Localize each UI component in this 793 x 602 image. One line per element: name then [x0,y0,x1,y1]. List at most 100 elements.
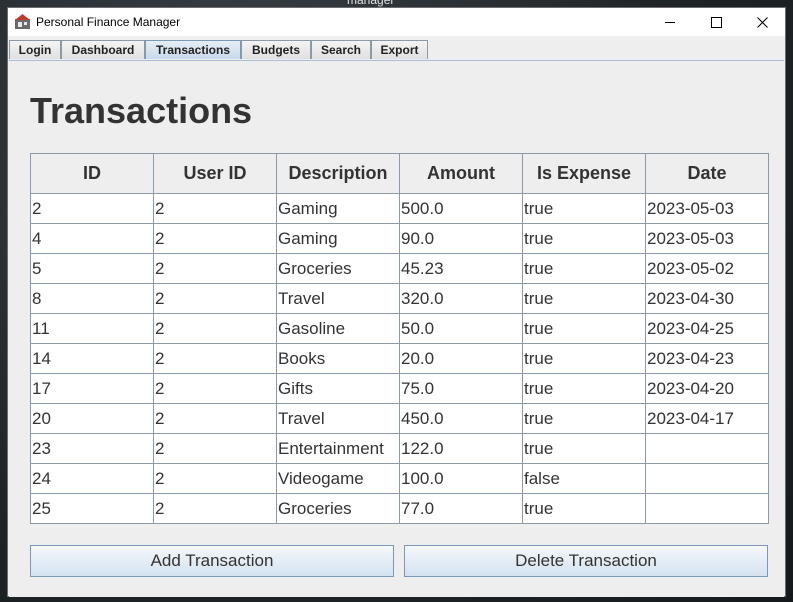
cell-amount[interactable]: 50.0 [399,313,523,344]
cell-date[interactable]: 2023-04-23 [645,343,769,374]
cell-is-expense[interactable]: true [522,283,646,314]
window-title: Personal Finance Manager [36,15,181,29]
cell-user-id[interactable]: 2 [153,313,277,344]
cell-date[interactable]: 2023-04-25 [645,313,769,344]
table-row[interactable]: 20 2 Travel 450.0 true 2023-04-17 [30,403,769,434]
tab-transactions[interactable]: Transactions [145,40,241,59]
table-row[interactable]: 14 2 Books 20.0 true 2023-04-23 [30,343,769,374]
tab-export[interactable]: Export [371,40,428,59]
maximize-button[interactable] [693,8,739,36]
cell-is-expense[interactable]: true [522,493,646,524]
minimize-button[interactable] [647,8,693,36]
cell-user-id[interactable]: 2 [153,373,277,404]
cell-amount[interactable]: 500.0 [399,193,523,224]
cell-description[interactable]: Groceries [276,253,400,284]
background-window-caption: manager [347,0,395,7]
delete-transaction-button[interactable]: Delete Transaction [404,545,768,577]
table-row[interactable]: 4 2 Gaming 90.0 true 2023-05-03 [30,223,769,254]
cell-description[interactable]: Gaming [276,223,400,254]
cell-id[interactable]: 14 [30,343,154,374]
cell-date[interactable]: 2023-04-20 [645,373,769,404]
cell-date[interactable]: 2023-05-03 [645,223,769,254]
tab-login[interactable]: Login [9,40,61,59]
cell-amount[interactable]: 320.0 [399,283,523,314]
cell-amount[interactable]: 122.0 [399,433,523,464]
cell-user-id[interactable]: 2 [153,343,277,374]
cell-id[interactable]: 17 [30,373,154,404]
cell-is-expense[interactable]: true [522,433,646,464]
cell-user-id[interactable]: 2 [153,223,277,254]
cell-is-expense[interactable]: true [522,193,646,224]
cell-date[interactable]: 2023-04-30 [645,283,769,314]
cell-amount[interactable]: 450.0 [399,403,523,434]
cell-is-expense[interactable]: true [522,253,646,284]
table-row[interactable]: 17 2 Gifts 75.0 true 2023-04-20 [30,373,769,404]
cell-id[interactable]: 8 [30,283,154,314]
cell-amount[interactable]: 45.23 [399,253,523,284]
cell-id[interactable]: 4 [30,223,154,254]
cell-id[interactable]: 11 [30,313,154,344]
add-transaction-button[interactable]: Add Transaction [30,545,394,577]
cell-date[interactable] [645,463,769,494]
cell-description[interactable]: Groceries [276,493,400,524]
cell-description[interactable]: Gasoline [276,313,400,344]
cell-id[interactable]: 23 [30,433,154,464]
cell-description[interactable]: Gifts [276,373,400,404]
tab-budgets[interactable]: Budgets [241,40,311,59]
tab-search[interactable]: Search [311,40,371,59]
cell-id[interactable]: 24 [30,463,154,494]
title-bar[interactable]: Personal Finance Manager [8,8,785,36]
column-header-id[interactable]: ID [30,153,154,194]
cell-is-expense[interactable]: true [522,343,646,374]
cell-user-id[interactable]: 2 [153,403,277,434]
column-header-user-id[interactable]: User ID [153,153,277,194]
cell-amount[interactable]: 90.0 [399,223,523,254]
cell-date[interactable]: 2023-05-03 [645,193,769,224]
close-button[interactable] [739,8,785,36]
cell-description[interactable]: Videogame [276,463,400,494]
cell-amount[interactable]: 75.0 [399,373,523,404]
cell-id[interactable]: 2 [30,193,154,224]
cell-user-id[interactable]: 2 [153,433,277,464]
cell-user-id[interactable]: 2 [153,493,277,524]
cell-is-expense[interactable]: true [522,403,646,434]
cell-description[interactable]: Gaming [276,193,400,224]
cell-amount[interactable]: 20.0 [399,343,523,374]
page-title: Transactions [30,90,253,131]
cell-user-id[interactable]: 2 [153,463,277,494]
cell-user-id[interactable]: 2 [153,253,277,284]
column-header-description[interactable]: Description [276,153,400,194]
column-header-amount[interactable]: Amount [399,153,523,194]
cell-description[interactable]: Entertainment [276,433,400,464]
table-row[interactable]: 2 2 Gaming 500.0 true 2023-05-03 [30,193,769,224]
cell-date[interactable] [645,433,769,464]
cell-description[interactable]: Travel [276,403,400,434]
table-row[interactable]: 24 2 Videogame 100.0 false [30,463,769,494]
table-row[interactable]: 5 2 Groceries 45.23 true 2023-05-02 [30,253,769,284]
maximize-icon [710,16,722,28]
cell-description[interactable]: Travel [276,283,400,314]
cell-date[interactable]: 2023-05-02 [645,253,769,284]
table-row[interactable]: 23 2 Entertainment 122.0 true [30,433,769,464]
cell-description[interactable]: Books [276,343,400,374]
cell-id[interactable]: 25 [30,493,154,524]
cell-id[interactable]: 20 [30,403,154,434]
column-header-date[interactable]: Date [645,153,769,194]
cell-is-expense[interactable]: true [522,223,646,254]
table-row[interactable]: 8 2 Travel 320.0 true 2023-04-30 [30,283,769,314]
tab-dashboard[interactable]: Dashboard [61,40,145,59]
cell-amount[interactable]: 100.0 [399,463,523,494]
cell-user-id[interactable]: 2 [153,193,277,224]
cell-date[interactable]: 2023-04-17 [645,403,769,434]
cell-is-expense[interactable]: true [522,373,646,404]
cell-id[interactable]: 5 [30,253,154,284]
cell-user-id[interactable]: 2 [153,283,277,314]
cell-amount[interactable]: 77.0 [399,493,523,524]
cell-date[interactable] [645,493,769,524]
cell-is-expense[interactable]: false [522,463,646,494]
transactions-table[interactable]: ID User ID Description Amount Is Expense… [30,153,769,524]
cell-is-expense[interactable]: true [522,313,646,344]
column-header-is-expense[interactable]: Is Expense [522,153,646,194]
table-row[interactable]: 25 2 Groceries 77.0 true [30,493,769,524]
table-row[interactable]: 11 2 Gasoline 50.0 true 2023-04-25 [30,313,769,344]
